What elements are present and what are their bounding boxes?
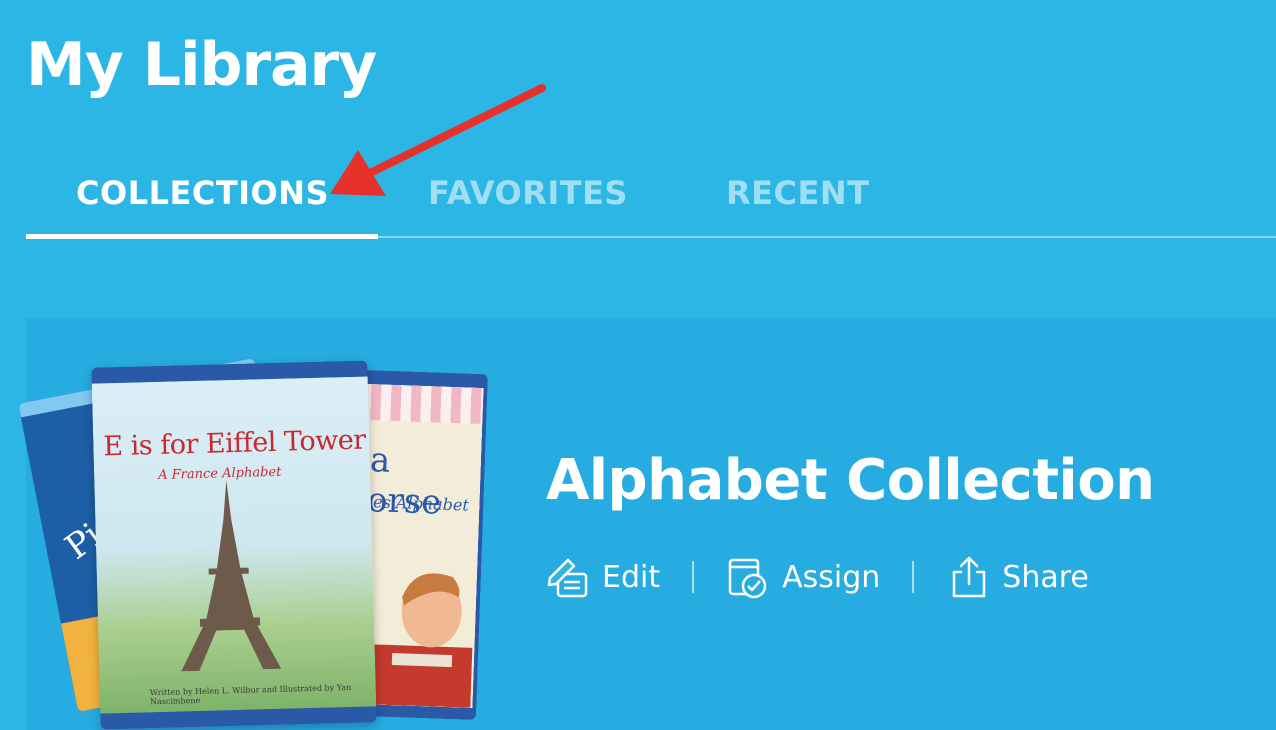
eiffel-tower-illustration	[181, 480, 282, 672]
assign-icon	[728, 558, 767, 599]
edit-icon	[547, 558, 588, 598]
tab-favorites[interactable]: FAVORITES	[428, 174, 628, 212]
book-cover-front: E is for Eiffel Tower A France Alphabet …	[91, 360, 377, 730]
collection-actions: Edit Assign Share	[546, 552, 1089, 602]
book-cover-illustration	[370, 573, 473, 708]
assign-button[interactable]: Assign	[726, 554, 880, 600]
collection-title: Alphabet Collection	[546, 448, 1155, 513]
share-label: Share	[1002, 559, 1089, 595]
active-tab-indicator	[26, 234, 378, 239]
edit-button[interactable]: Edit	[546, 554, 660, 600]
assign-label: Assign	[782, 559, 881, 595]
collection-card[interactable]: Pis ala Horse untries Alphabet E is for …	[18, 318, 1276, 730]
collection-covers[interactable]: Pis ala Horse untries Alphabet E is for …	[18, 318, 546, 730]
book-cover-credit: Written by Helen L. Wilbur and Illustrat…	[149, 682, 352, 707]
tab-collections[interactable]: COLLECTIONS	[76, 174, 329, 212]
share-icon	[953, 556, 986, 598]
divider	[692, 561, 695, 593]
tab-recent[interactable]: RECENT	[726, 174, 869, 212]
book-cover-title: E is for Eiffel Tower	[102, 424, 366, 463]
edit-label: Edit	[602, 559, 661, 595]
share-button[interactable]: Share	[946, 554, 1089, 600]
tab-bar: COLLECTIONS FAVORITES RECENT	[26, 160, 1276, 239]
divider	[912, 561, 915, 593]
